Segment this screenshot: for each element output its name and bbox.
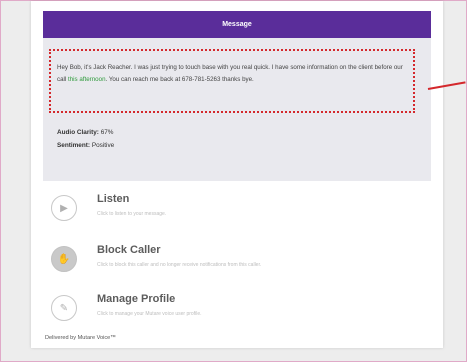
- message-header: Message: [43, 11, 431, 38]
- block-caller-subtitle: Click to block this caller and no longer…: [97, 262, 262, 268]
- block-caller-action[interactable]: ✋ Block Caller Click to block this calle…: [51, 242, 431, 282]
- message-title: Message: [222, 21, 252, 28]
- listen-action[interactable]: ▶ Listen Click to listen to your message…: [51, 191, 431, 231]
- listen-title[interactable]: Listen: [97, 193, 129, 205]
- hand-icon[interactable]: ✋: [51, 246, 77, 272]
- sentiment: Sentiment: Positive: [57, 142, 114, 149]
- sentiment-label: Sentiment:: [57, 142, 91, 149]
- transcript-box: Hey Bob, it's Jack Reacher. I was just t…: [49, 49, 415, 113]
- footer-text: Delivered by Mutare Voice™: [45, 335, 116, 341]
- transcript-highlight: this afternoon: [68, 76, 106, 83]
- block-caller-title[interactable]: Block Caller: [97, 244, 161, 256]
- audio-clarity-label: Audio Clarity:: [57, 129, 99, 136]
- sentiment-value: Positive: [91, 142, 115, 149]
- email-card: Message Hey Bob, it's Jack Reacher. I wa…: [31, 1, 443, 348]
- manage-profile-title[interactable]: Manage Profile: [97, 293, 175, 305]
- manage-profile-subtitle: Click to manage your Mutare voice user p…: [97, 311, 202, 317]
- audio-clarity: Audio Clarity: 67%: [57, 129, 113, 136]
- audio-clarity-value: 67%: [100, 129, 114, 136]
- transcript-text-end: . You can reach me back at 678-781-5263 …: [105, 76, 254, 83]
- message-panel: Message Hey Bob, it's Jack Reacher. I wa…: [43, 11, 431, 181]
- listen-subtitle: Click to listen to your message.: [97, 211, 167, 217]
- play-icon[interactable]: ▶: [51, 195, 77, 221]
- pencil-icon[interactable]: ✎: [51, 295, 77, 321]
- screenshot-frame: Message Hey Bob, it's Jack Reacher. I wa…: [0, 0, 467, 362]
- manage-profile-action[interactable]: ✎ Manage Profile Click to manage your Mu…: [51, 291, 431, 331]
